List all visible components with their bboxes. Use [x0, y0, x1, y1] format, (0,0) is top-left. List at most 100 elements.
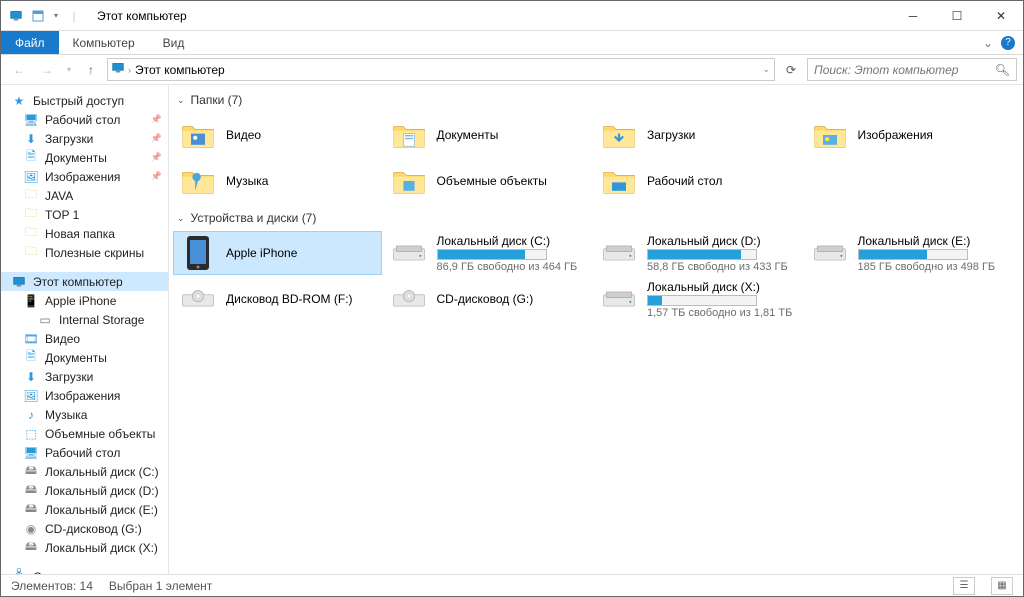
documents-icon: 🗎: [23, 150, 39, 166]
search-icon[interactable]: 🔍︎: [995, 63, 1010, 77]
title-bar: ▾ | Этот компьютер ─ ☐ ✕: [1, 1, 1023, 31]
folder-icon: [180, 163, 216, 199]
tab-view[interactable]: Вид: [149, 31, 199, 54]
sidebar-item-downloads2[interactable]: ⬇Загрузки: [1, 367, 168, 386]
breadcrumb-location[interactable]: Этот компьютер: [135, 63, 225, 77]
folder-icon: [812, 117, 848, 153]
window-title: Этот компьютер: [89, 9, 187, 23]
sidebar-item-drive-d[interactable]: 🖴Локальный диск (D:): [1, 481, 168, 500]
device-tile[interactable]: Локальный диск (E:)185 ГБ свободно из 49…: [805, 231, 1014, 275]
capacity-bar: [437, 249, 547, 260]
qat-separator: |: [65, 7, 83, 25]
phone-icon: 📱: [23, 293, 39, 309]
folder-tile[interactable]: Изображения: [805, 113, 1014, 157]
refresh-button[interactable]: ⟳: [779, 63, 803, 77]
up-button[interactable]: ↑: [79, 58, 103, 82]
ribbon-tabs: Файл Компьютер Вид ⌄ ?: [1, 31, 1023, 55]
maximize-button[interactable]: ☐: [935, 2, 979, 30]
device-tile[interactable]: Дисковод BD-ROM (F:): [173, 277, 382, 321]
folder-label: Музыка: [226, 174, 375, 188]
pictures-icon: 🖼: [23, 388, 39, 404]
window-controls: ─ ☐ ✕: [891, 2, 1023, 30]
group-header-devices[interactable]: ⌄Устройства и диски (7): [177, 211, 1013, 225]
pictures-icon: 🖼: [23, 169, 39, 185]
device-label: Локальный диск (X:): [647, 280, 796, 294]
sidebar-item-desktop[interactable]: 🖥Рабочий стол: [1, 110, 168, 129]
folder-tile[interactable]: Рабочий стол: [594, 159, 803, 203]
sidebar-item-iphone[interactable]: 📱Apple iPhone: [1, 291, 168, 310]
sidebar-item-pictures2[interactable]: 🖼Изображения: [1, 386, 168, 405]
address-bar[interactable]: › Этот компьютер ⌄: [107, 58, 775, 81]
close-button[interactable]: ✕: [979, 2, 1023, 30]
folder-icon: [601, 117, 637, 153]
device-label: Apple iPhone: [226, 246, 375, 260]
view-details-button[interactable]: ☰: [953, 577, 975, 595]
tab-computer[interactable]: Компьютер: [59, 31, 149, 54]
content-view: ⌄Папки (7) Видео Документы Загрузки Изоб…: [169, 85, 1023, 574]
device-tile[interactable]: Локальный диск (D:)58,8 ГБ свободно из 4…: [594, 231, 803, 275]
sidebar-item-downloads[interactable]: ⬇Загрузки: [1, 129, 168, 148]
devices-grid: Apple iPhone Локальный диск (C:)86,9 ГБ …: [173, 231, 1013, 321]
sidebar-item-pictures[interactable]: 🖼Изображения: [1, 167, 168, 186]
sidebar-item-drive-x[interactable]: 🖴Локальный диск (X:): [1, 538, 168, 557]
device-subtext: 86,9 ГБ свободно из 464 ГБ: [437, 261, 586, 273]
search-box[interactable]: 🔍︎: [807, 58, 1017, 81]
device-subtext: 58,8 ГБ свободно из 433 ГБ: [647, 261, 796, 273]
device-label: CD-дисковод (G:): [437, 292, 586, 306]
address-dropdown-icon[interactable]: ⌄: [762, 64, 770, 75]
device-icon: [601, 281, 637, 317]
help-icon[interactable]: ?: [1001, 36, 1015, 50]
folder-tile[interactable]: Музыка: [173, 159, 382, 203]
sidebar-item-drive-e[interactable]: 🖴Локальный диск (E:): [1, 500, 168, 519]
folder-tile[interactable]: Документы: [384, 113, 593, 157]
group-header-folders[interactable]: ⌄Папки (7): [177, 93, 1013, 107]
sidebar-item-documents[interactable]: 🗎Документы: [1, 148, 168, 167]
qat-properties-icon[interactable]: [29, 7, 47, 25]
storage-icon: ▭: [37, 312, 53, 328]
sidebar-item-desktop2[interactable]: 🖥Рабочий стол: [1, 443, 168, 462]
sidebar-network[interactable]: 🖧Сеть: [1, 567, 168, 574]
sidebar-quick-access[interactable]: ★Быстрый доступ: [1, 91, 168, 110]
search-input[interactable]: [814, 63, 989, 77]
sidebar-item-videos[interactable]: 🎞Видео: [1, 329, 168, 348]
sidebar-item-java[interactable]: 🗀JAVA: [1, 186, 168, 205]
minimize-button[interactable]: ─: [891, 2, 935, 30]
status-bar: Элементов: 14 Выбран 1 элемент ☰ ▦: [1, 574, 1023, 596]
device-icon: [601, 235, 637, 271]
back-button[interactable]: ←: [7, 58, 31, 82]
navigation-bar: ← → ▾ ↑ › Этот компьютер ⌄ ⟳ 🔍︎: [1, 55, 1023, 85]
device-tile[interactable]: Локальный диск (X:)1,57 ТБ свободно из 1…: [594, 277, 803, 321]
location-pc-icon: [112, 62, 124, 77]
device-tile[interactable]: CD-дисковод (G:): [384, 277, 593, 321]
sidebar-this-pc[interactable]: Этот компьютер: [1, 272, 168, 291]
forward-button[interactable]: →: [35, 58, 59, 82]
device-icon: [180, 281, 216, 317]
tab-file[interactable]: Файл: [1, 31, 59, 54]
sidebar-item-screenshots[interactable]: 🗀Полезные скрины: [1, 243, 168, 262]
qat-dropdown-icon[interactable]: ▾: [51, 7, 61, 25]
view-tiles-button[interactable]: ▦: [991, 577, 1013, 595]
folder-tile[interactable]: Объемные объекты: [384, 159, 593, 203]
device-tile[interactable]: Apple iPhone: [173, 231, 382, 275]
folder-tile[interactable]: Загрузки: [594, 113, 803, 157]
folder-icon: 🗀: [23, 226, 39, 242]
status-item-count: Элементов: 14: [11, 579, 93, 593]
sidebar-item-drive-g[interactable]: ◉CD-дисковод (G:): [1, 519, 168, 538]
collapse-ribbon-icon[interactable]: ⌄: [983, 36, 993, 50]
app-icon: [7, 7, 25, 25]
navigation-pane: ★Быстрый доступ 🖥Рабочий стол ⬇Загрузки …: [1, 85, 169, 574]
folder-tile[interactable]: Видео: [173, 113, 382, 157]
sidebar-item-documents2[interactable]: 🗎Документы: [1, 348, 168, 367]
breadcrumb-sep: ›: [128, 65, 131, 75]
sidebar-item-3d[interactable]: ⬚Объемные объекты: [1, 424, 168, 443]
recent-dropdown[interactable]: ▾: [63, 58, 75, 82]
sidebar-item-internal-storage[interactable]: ▭Internal Storage: [1, 310, 168, 329]
folder-label: Загрузки: [647, 128, 796, 142]
sidebar-item-top1[interactable]: 🗀TOP 1: [1, 205, 168, 224]
capacity-bar: [647, 295, 757, 306]
desktop-icon: 🖥: [23, 112, 39, 128]
sidebar-item-newfolder[interactable]: 🗀Новая папка: [1, 224, 168, 243]
sidebar-item-music[interactable]: ♪Музыка: [1, 405, 168, 424]
sidebar-item-drive-c[interactable]: 🖴Локальный диск (C:): [1, 462, 168, 481]
device-tile[interactable]: Локальный диск (C:)86,9 ГБ свободно из 4…: [384, 231, 593, 275]
